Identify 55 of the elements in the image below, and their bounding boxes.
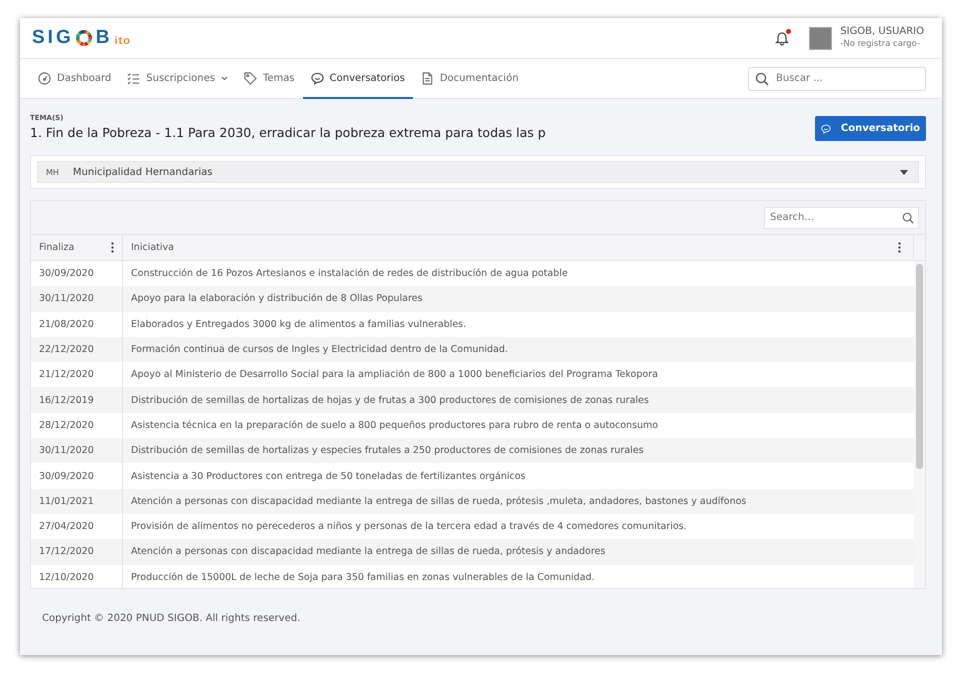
chat-icon — [310, 72, 324, 84]
user-role: -No registra cargo- — [840, 38, 922, 50]
conversatorio-button[interactable]: Conversatorio — [815, 116, 926, 141]
table-cell-text: Atención a personas con discapacidad mediante la entrega de sillas de rueda, prótesis y andadores — [130, 545, 606, 560]
table-cell: 17/12/2020 — [31, 539, 123, 565]
nav-tab[interactable]: Suscripciones — [119, 59, 236, 99]
search-icon — [902, 212, 914, 224]
table-cell: 22/12/2020 — [31, 336, 123, 362]
table-cell: 30/11/2020 — [31, 438, 123, 464]
gauge-icon — [38, 72, 51, 84]
column-header[interactable]: Finaliza — [31, 235, 123, 260]
column-header[interactable]: Iniciativa — [123, 235, 913, 260]
table-cell-text: Apoyo para la elaboración y distribución de 8 Ollas Populares — [130, 292, 424, 306]
dropdown-caret-icon — [900, 170, 908, 174]
nav-tab[interactable]: Documentación — [412, 59, 527, 99]
table-cell-text: Asistencia técnica en la preparación de suelo a 800 pequeños productores para rubro de renta o autoconsumo — [130, 418, 660, 433]
table-cell-text: Elaborados y Entregados 3000 kg de alimentos a familias vulnerables. — [130, 318, 468, 332]
municipality-select[interactable]: MH Municipalidad Hernandarias — [37, 161, 919, 183]
document-icon — [420, 72, 434, 84]
table-cell-text: Apoyo al Ministerio de Desarrollo Social para la ampliación de 800 a 1000 beneficiarios del Programa Tekopora — [130, 368, 659, 382]
copyright-text: Copyright © 2020 PNUD SIGOB. All rights reserved. — [42, 613, 302, 624]
tag-icon — [244, 72, 257, 84]
municipality-name: Municipalidad Hernandarias — [72, 166, 214, 178]
table-cell-text: Distribución de semillas de hortalizas de hojas y de frutas a 300 productores de comisiones de zonas rurales — [130, 394, 650, 408]
topic-title: 1. Fin de la Pobreza - 1.1 Para 2030, erradicar la pobreza extrema para todas las p — [30, 125, 546, 140]
logo-suffix: ito — [114, 34, 131, 46]
column-menu-icon — [898, 242, 901, 253]
logo-text: B — [96, 27, 112, 49]
avatar[interactable] — [809, 26, 832, 50]
nav-tab[interactable]: Dashboard — [30, 59, 120, 99]
nav-tab[interactable]: Temas — [236, 59, 303, 99]
table-cell-text: Formación continua de cursos de Ingles y Electricidad dentro de la Comunidad. — [130, 343, 509, 358]
column-menu-icon — [111, 242, 114, 253]
notification-button[interactable] — [773, 28, 792, 48]
search-icon — [755, 72, 769, 86]
bell-icon — [775, 30, 790, 46]
table-cell-text: Distribución de semillas de hortalizas y especies frutales a 250 productores de comisiones de zonas rurales — [130, 444, 645, 458]
scrollbar-thumb[interactable] — [916, 264, 923, 469]
table-cell-text: Producción de 15000L de leche de Soja para 350 familias en zonas vulnerables de la Comunidad. — [130, 570, 596, 585]
table-cell-text: Provisión de alimentos no perecederos a niños y personas de la tercera edad a través de 4 comedores comunitarios. — [130, 520, 688, 534]
user-name: SIGOB, USUARIO — [840, 26, 924, 38]
table-cell-text: Atención a personas con discapacidad mediante la entrega de sillas de rueda, prótesis ,muleta, andadores, bastones y audífonos — [130, 494, 748, 509]
table-search-field[interactable]: Search... — [764, 206, 919, 228]
global-search-field[interactable]: Buscar ... — [748, 66, 926, 90]
municipality-abbreviation: MH — [46, 168, 59, 176]
nav-tab[interactable]: Conversatorios — [302, 59, 413, 99]
logo-ring-icon — [74, 29, 93, 47]
table-cell: 30/11/2020 — [31, 286, 123, 312]
logo-text: SIG — [32, 27, 74, 49]
table-cell: 16/12/2019 — [31, 387, 123, 413]
table-cell: 12/10/2020 — [31, 564, 123, 588]
table-cell-text: Construcción de 16 Pozos Artesianos e instalación de redes de distribución de agua potable — [130, 267, 569, 282]
checklist-icon — [127, 72, 140, 84]
table-cell: 11/01/2021 — [31, 488, 123, 514]
table-cell-text: Asistencia a 30 Productores con entrega de 50 toneladas de fertilizantes orgánicos — [130, 470, 526, 484]
